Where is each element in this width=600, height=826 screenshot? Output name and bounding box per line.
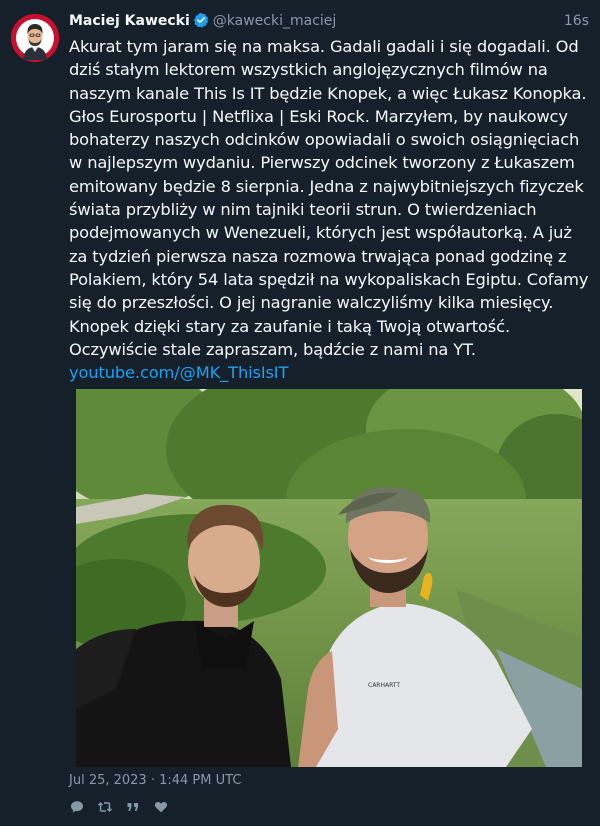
tweet-time-ago[interactable]: 16s xyxy=(564,11,589,31)
tweet-photo[interactable]: CARHARTT xyxy=(76,389,582,767)
tweet-actions xyxy=(69,797,169,817)
author-handle[interactable]: @kawecki_maciej xyxy=(213,13,337,29)
tweet-header: Maciej Kawecki @kawecki_maciej 16s xyxy=(69,11,589,31)
retweet-icon[interactable] xyxy=(97,799,113,815)
quote-icon[interactable] xyxy=(125,799,141,815)
verified-badge-icon xyxy=(193,12,209,28)
author-avatar[interactable] xyxy=(11,14,59,62)
heart-icon[interactable] xyxy=(153,799,169,815)
photo-image: CARHARTT xyxy=(76,389,582,767)
tweet-timestamp[interactable]: Jul 25, 2023 · 1:44 PM UTC xyxy=(69,772,241,790)
tweet-text: Akurat tym jaram się na maksa. Gadali ga… xyxy=(69,35,591,384)
comment-icon[interactable] xyxy=(69,799,85,815)
tweet-card: Maciej Kawecki @kawecki_maciej 16s Akurat… xyxy=(0,0,600,826)
tweet-link[interactable]: youtube.com/@MK_ThisIsIT xyxy=(69,363,288,382)
author-name[interactable]: Maciej Kawecki xyxy=(69,13,190,29)
shirt-logo-text: CARHARTT xyxy=(368,682,400,689)
tweet-body: Akurat tym jaram się na maksa. Gadali ga… xyxy=(69,37,589,359)
avatar-image xyxy=(11,14,59,62)
